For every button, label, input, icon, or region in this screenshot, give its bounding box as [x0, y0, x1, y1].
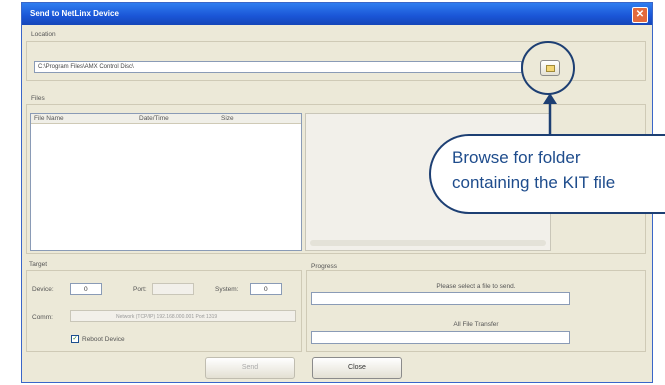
- device-value: 0: [84, 286, 88, 293]
- location-path-field[interactable]: C:\Program Files\AMX Control Disc\: [34, 61, 522, 73]
- all-file-transfer-label: All File Transfer: [453, 321, 499, 328]
- location-path-value: C:\Program Files\AMX Control Disc\: [38, 64, 134, 70]
- close-button-label: Close: [348, 364, 366, 371]
- column-size[interactable]: Size: [221, 115, 234, 122]
- close-icon[interactable]: ✕: [632, 7, 648, 23]
- all-transfer-progress-bar: [311, 331, 570, 344]
- reboot-device-label: Reboot Device: [82, 336, 125, 343]
- device-field[interactable]: 0: [70, 283, 102, 295]
- progress-status-text: Please select a file to send.: [436, 283, 516, 290]
- files-group-label: Files: [31, 95, 45, 102]
- title-bar[interactable]: Send to NetLinx Device ✕: [22, 3, 652, 25]
- system-label: System:: [215, 286, 239, 293]
- target-group-label: Target: [29, 261, 48, 268]
- send-button-label: Send: [241, 364, 259, 371]
- description-scrollbar[interactable]: [310, 240, 546, 246]
- file-list[interactable]: File Name Date/Time Size: [30, 113, 302, 251]
- comm-value: Network (TCP/IP) 192.168.000.001 Port 13…: [116, 314, 218, 320]
- progress-group-label: Progress: [311, 263, 338, 270]
- reboot-device-checkbox[interactable]: ✓: [71, 335, 79, 343]
- comm-field: Network (TCP/IP) 192.168.000.001 Port 13…: [70, 310, 296, 322]
- port-field: [152, 283, 194, 295]
- close-button[interactable]: Close: [312, 357, 402, 379]
- column-date-time[interactable]: Date/Time: [139, 115, 169, 122]
- file-progress-bar: [311, 292, 570, 305]
- callout-circle: [521, 41, 575, 95]
- comm-label: Comm:: [32, 314, 53, 321]
- column-file-name[interactable]: File Name: [34, 115, 64, 122]
- dialog-title: Send to NetLinx Device: [30, 9, 119, 18]
- location-group-label: Location: [31, 31, 56, 38]
- callout-line-1: Browse for folder: [452, 148, 581, 167]
- callout-line-2: containing the KIT file: [452, 173, 616, 192]
- callout-text: Browse for folder containing the KIT fil…: [452, 145, 665, 195]
- device-label: Device:: [32, 286, 54, 293]
- system-field[interactable]: 0: [250, 283, 282, 295]
- port-label: Port:: [133, 286, 147, 293]
- file-list-header: File Name Date/Time Size: [31, 114, 301, 124]
- send-button[interactable]: Send: [205, 357, 295, 379]
- callout-arrow: [543, 93, 557, 136]
- system-value: 0: [264, 286, 268, 293]
